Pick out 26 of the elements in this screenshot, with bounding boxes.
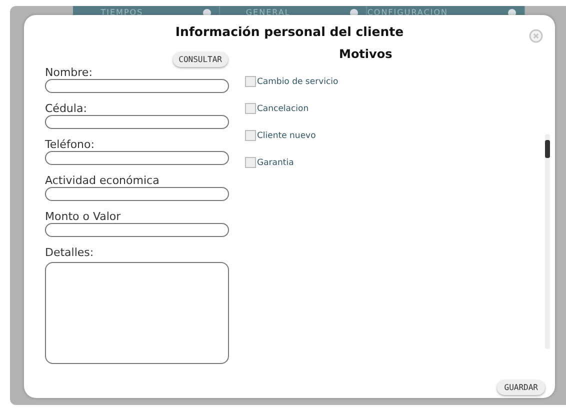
checkbox[interactable] xyxy=(245,76,256,87)
scrollbar[interactable] xyxy=(545,134,550,349)
checkbox-label: Cancelacion xyxy=(257,104,309,114)
input-field[interactable] xyxy=(45,223,229,237)
field-label: Monto o Valor xyxy=(45,210,122,223)
checkbox-label: Garantia xyxy=(257,158,294,168)
checkbox[interactable] xyxy=(245,157,256,168)
consult-button[interactable]: CONSULTAR xyxy=(172,52,228,67)
field-label: Detalles: xyxy=(45,246,95,259)
input-field[interactable] xyxy=(45,115,229,129)
dialog-title: Información personal del cliente xyxy=(175,24,404,39)
details-field[interactable] xyxy=(45,262,229,364)
section-title: Motivos xyxy=(339,47,394,61)
field-label: Actividad económica xyxy=(45,174,160,187)
checkbox[interactable] xyxy=(245,103,256,114)
field-label: Nombre: xyxy=(45,66,94,79)
save-button[interactable]: GUARDAR xyxy=(497,380,545,395)
field-label: Teléfono: xyxy=(45,138,96,151)
input-field[interactable] xyxy=(45,151,229,165)
input-field[interactable] xyxy=(45,79,229,93)
checkbox[interactable] xyxy=(245,130,256,141)
input-field[interactable] xyxy=(45,187,229,201)
scroll-thumb[interactable] xyxy=(545,140,550,158)
checkbox-label: Cambio de servicio xyxy=(257,76,338,86)
field-label: Cédula: xyxy=(45,102,88,115)
checkbox-label: Cliente nuevo xyxy=(257,130,316,140)
